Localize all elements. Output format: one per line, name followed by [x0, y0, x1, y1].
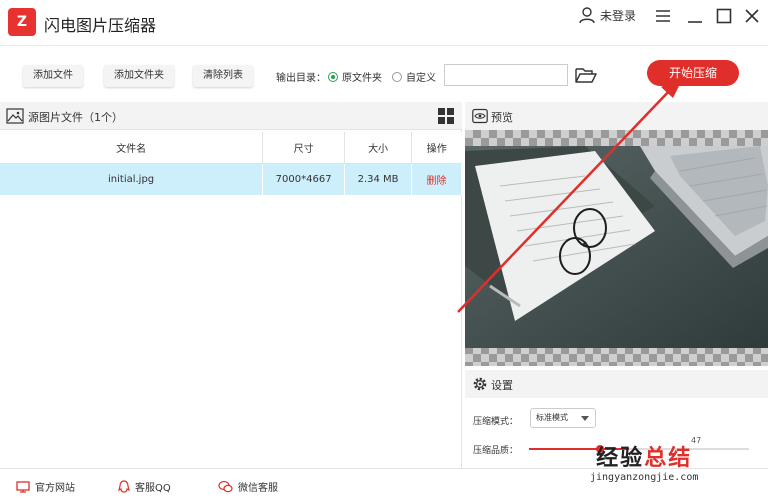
eye-icon: [472, 108, 488, 124]
col-header-action: 操作: [411, 132, 462, 164]
watermark-url: jingyanzongjie.com: [590, 472, 699, 483]
cell-filesize: 2.34 MB: [344, 163, 413, 195]
app-title: 闪电图片压缩器: [44, 16, 157, 35]
source-files-header: 源图片文件（1个）: [0, 102, 462, 130]
preview-header: 预览: [465, 102, 768, 130]
col-header-size: 大小: [344, 132, 413, 164]
qq-icon: [118, 479, 130, 493]
user-icon: [579, 7, 595, 24]
browse-folder-button[interactable]: [575, 64, 597, 86]
image-icon: [6, 108, 24, 124]
cell-filename: initial.jpg: [0, 163, 264, 195]
settings-title: 设置: [491, 379, 513, 392]
menu-button[interactable]: [653, 6, 673, 26]
chevron-down-icon: [581, 416, 589, 421]
monitor-icon: [16, 480, 30, 493]
wechat-support-link[interactable]: 微信客服: [218, 479, 278, 494]
output-path-input[interactable]: [444, 64, 568, 86]
clear-list-button[interactable]: 清除列表: [193, 65, 253, 87]
file-table: 文件名 尺寸 大小 操作 initial.jpg 7000*4667 2.34 …: [0, 132, 462, 195]
radio-custom-label: 自定义: [406, 73, 436, 84]
right-panel: 预览 设置 压缩模式： 标准模式 压缩品质： 47: [465, 102, 768, 468]
gear-icon: [473, 377, 487, 391]
grid-view-icon[interactable]: [438, 108, 454, 124]
preview-area: [465, 130, 768, 366]
start-compress-button[interactable]: 开始压缩: [647, 60, 739, 86]
minimize-icon: [688, 21, 702, 23]
maximize-button[interactable]: [714, 6, 734, 26]
col-header-filename: 文件名: [0, 132, 264, 164]
add-folder-button[interactable]: 添加文件夹: [104, 65, 174, 87]
wechat-support-label: 微信客服: [238, 483, 278, 494]
support-qq-label: 客服QQ: [135, 483, 171, 494]
watermark-title: 经验总结: [590, 440, 698, 472]
source-files-title: 源图片文件（1个）: [28, 111, 123, 124]
preview-image: [465, 146, 768, 348]
official-site-link[interactable]: 官方网站: [16, 479, 75, 494]
table-row[interactable]: initial.jpg 7000*4667 2.34 MB 删除: [0, 163, 462, 195]
official-site-label: 官方网站: [35, 483, 75, 494]
close-icon: [745, 9, 759, 23]
radio-original-folder[interactable]: 原文件夹: [328, 69, 382, 84]
radio-dot-selected: [328, 71, 338, 82]
watermark-part-2: 总结: [644, 446, 693, 471]
minimize-button[interactable]: [685, 6, 705, 26]
compress-mode-label: 压缩模式：: [473, 417, 519, 427]
add-file-button[interactable]: 添加文件: [23, 65, 83, 87]
preview-title: 预览: [491, 111, 513, 124]
folder-open-icon: [575, 68, 597, 83]
app-logo: Z: [8, 8, 36, 36]
radio-custom-folder[interactable]: 自定义: [392, 69, 436, 84]
toolbar: 添加文件 添加文件夹 清除列表 输出目录： 原文件夹 自定义 开始压缩: [0, 46, 768, 102]
login-button[interactable]: 未登录: [578, 6, 636, 24]
compress-quality-label: 压缩品质：: [473, 446, 519, 456]
wechat-icon: [218, 480, 233, 493]
compress-mode-select[interactable]: 标准模式: [530, 408, 596, 428]
delete-link[interactable]: 删除: [411, 163, 462, 195]
watermark: 经验总结 jingyanzongjie.com: [590, 440, 698, 483]
output-dir-label: 输出目录：: [276, 73, 326, 84]
menu-icon: [656, 10, 670, 22]
settings-header: 设置: [465, 370, 768, 398]
watermark-part-1: 经验: [596, 446, 645, 471]
close-button[interactable]: [742, 6, 762, 26]
maximize-icon: [716, 8, 732, 24]
source-files-panel: 源图片文件（1个） 文件名 尺寸 大小 操作 initial.jpg 7000*…: [0, 102, 462, 468]
login-label: 未登录: [600, 8, 637, 23]
col-header-dimensions: 尺寸: [262, 132, 346, 164]
radio-dot: [392, 71, 402, 82]
title-bar: Z 闪电图片压缩器 未登录: [0, 0, 768, 46]
compress-mode-value: 标准模式: [536, 413, 568, 422]
support-qq-link[interactable]: 客服QQ: [118, 479, 171, 494]
cell-dimensions: 7000*4667: [262, 163, 346, 195]
radio-original-label: 原文件夹: [342, 73, 382, 84]
